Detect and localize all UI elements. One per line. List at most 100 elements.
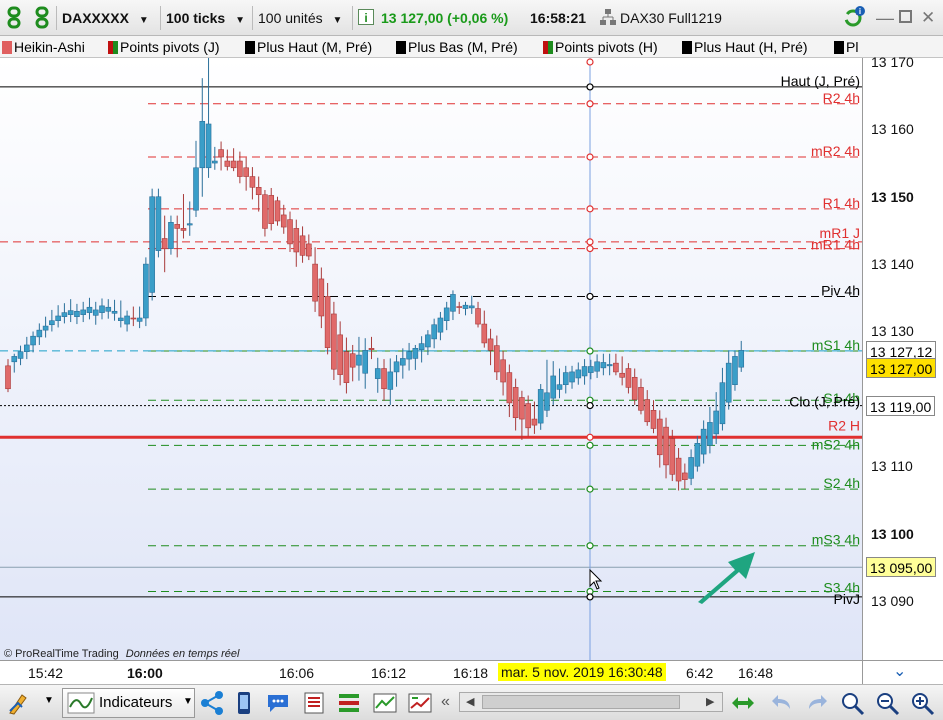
double-chevron-down-icon[interactable]: ⌄ bbox=[893, 661, 906, 681]
candle-body bbox=[24, 344, 30, 352]
phone-icon[interactable] bbox=[232, 691, 256, 715]
candle-body bbox=[124, 315, 130, 325]
indicator-label: Plus Haut (M, Pré) bbox=[257, 39, 373, 55]
candle-body bbox=[462, 304, 469, 309]
indicator-tab-heikin-ashi[interactable]: Heikin-Ashi bbox=[0, 38, 85, 56]
level-label: S2 4h bbox=[823, 475, 860, 491]
scroll-left-icon[interactable]: ◀ bbox=[466, 695, 474, 708]
indicator-tab-pivots-h[interactable]: Points pivots (H) bbox=[541, 38, 658, 56]
scroll-left-fast-icon[interactable]: « bbox=[441, 693, 450, 711]
maximize-icon[interactable] bbox=[899, 10, 912, 23]
candle-body bbox=[418, 343, 425, 350]
time-label: 16:06 bbox=[279, 665, 315, 681]
candle-body bbox=[67, 310, 74, 315]
scroll-thumb[interactable] bbox=[482, 695, 680, 709]
crosshair-marker bbox=[586, 433, 594, 441]
price-box: 13 095,00 bbox=[866, 557, 937, 578]
chevron-down-icon: ▼ bbox=[235, 15, 245, 26]
close-icon[interactable]: ✕ bbox=[921, 7, 935, 29]
candle-body bbox=[719, 382, 726, 425]
candle-body bbox=[362, 350, 369, 374]
candle-body bbox=[111, 310, 118, 314]
crosshair-marker bbox=[586, 83, 594, 91]
candle-body bbox=[5, 365, 11, 390]
candle-body bbox=[318, 278, 325, 317]
candle-body bbox=[694, 443, 701, 467]
candle-body bbox=[349, 353, 356, 368]
candle-body bbox=[400, 358, 406, 366]
info-icon[interactable]: i bbox=[358, 9, 374, 25]
candle-body bbox=[92, 309, 99, 316]
indicator-bar: Heikin-Ashi Points pivots (J) Plus Haut … bbox=[0, 36, 943, 58]
indicator-tab-plus-haut-m[interactable]: Plus Haut (M, Pré) bbox=[243, 38, 372, 56]
price-box: 13 127,00 bbox=[866, 357, 937, 378]
alert-chart-icon[interactable] bbox=[408, 691, 432, 715]
crosshair-marker bbox=[586, 245, 594, 253]
color-swatch bbox=[2, 41, 12, 54]
candle-body bbox=[161, 238, 168, 249]
pencil-icon[interactable] bbox=[8, 691, 32, 715]
chevron-down-icon: ▼ bbox=[183, 696, 193, 707]
zoom-extent-icon[interactable] bbox=[730, 691, 754, 715]
candle-body bbox=[331, 313, 337, 370]
price-chart[interactable]: Haut (J, Pré) R2 4h mR2 4h R1 4h mR1 JmR1 4h… bbox=[0, 58, 862, 660]
indicators-button[interactable]: Indicateurs ▼ bbox=[62, 688, 195, 718]
symbol-select[interactable]: DAXXXXX ▼ bbox=[62, 7, 149, 29]
candle-body bbox=[412, 348, 419, 359]
candle-body bbox=[86, 306, 93, 313]
chevron-down-icon[interactable]: ▼ bbox=[44, 695, 54, 706]
interval-select[interactable]: 100 ticks ▼ bbox=[166, 7, 245, 29]
zoom-in-icon[interactable] bbox=[910, 691, 935, 716]
redo-icon[interactable] bbox=[805, 691, 829, 715]
time-label: 16:48 bbox=[738, 665, 774, 681]
candle-body bbox=[230, 160, 237, 169]
candle-body bbox=[374, 368, 381, 379]
order-list-icon[interactable] bbox=[302, 691, 326, 715]
link-icon-2[interactable] bbox=[32, 6, 54, 29]
candle-body bbox=[312, 263, 318, 302]
indicator-label: Heikin-Ashi bbox=[14, 39, 85, 55]
indicator-tab-more[interactable]: Pl bbox=[832, 38, 858, 56]
minimize-icon[interactable]: — bbox=[876, 7, 894, 29]
candle-body bbox=[249, 176, 256, 188]
candle-body bbox=[130, 317, 137, 320]
zoom-out-icon[interactable] bbox=[875, 691, 900, 716]
hierarchy-icon[interactable] bbox=[600, 8, 616, 30]
indicator-tab-pivots-j[interactable]: Points pivots (J) bbox=[106, 38, 220, 56]
candle-body bbox=[669, 438, 676, 475]
indicator-tab-plus-haut-h[interactable]: Plus Haut (H, Pré) bbox=[680, 38, 808, 56]
zoom-area-icon[interactable] bbox=[840, 691, 865, 716]
level-label: mS2 4h bbox=[812, 436, 860, 452]
undo-icon[interactable] bbox=[770, 691, 794, 715]
scroll-right-icon[interactable]: ▶ bbox=[706, 695, 714, 708]
chart-scrollbar[interactable]: ◀ ▶ bbox=[459, 692, 723, 712]
price-tick: 13 130 bbox=[871, 323, 914, 340]
candle-body bbox=[688, 457, 694, 479]
chart-window-icon[interactable] bbox=[373, 691, 397, 715]
chat-icon[interactable] bbox=[266, 691, 290, 715]
share-icon[interactable] bbox=[200, 691, 224, 715]
candle-body bbox=[80, 309, 87, 315]
indicator-tab-plus-bas-m[interactable]: Plus Bas (M, Pré) bbox=[394, 38, 518, 56]
crosshair-time-label: mar. 5 nov. 2019 16:30:48 bbox=[498, 663, 666, 681]
time-axis[interactable]: 15:42 16:00 16:06 16:12 16:18 mar. 5 nov… bbox=[0, 660, 862, 684]
price-tick: 13 150 bbox=[871, 188, 914, 205]
indicator-label: Plus Bas (M, Pré) bbox=[408, 39, 518, 55]
sync-icon[interactable]: i bbox=[842, 5, 866, 27]
candle-body bbox=[237, 160, 243, 177]
price-tick: 13 170 bbox=[871, 54, 914, 70]
candle-body bbox=[475, 308, 481, 325]
candle-body bbox=[450, 294, 456, 312]
axis-corner: ⌄ bbox=[862, 660, 943, 684]
units-select[interactable]: 100 unités ▼ bbox=[258, 7, 342, 29]
candle-body bbox=[575, 369, 582, 379]
crosshair-marker bbox=[586, 593, 594, 601]
link-icon[interactable] bbox=[4, 6, 26, 29]
realtime-label: Données en temps réel bbox=[125, 648, 240, 660]
arrow-annotation[interactable] bbox=[698, 552, 755, 604]
candle-body bbox=[506, 372, 513, 404]
time-label: 16:00 bbox=[127, 665, 163, 681]
candlestick-chart[interactable]: Haut (J, Pré)R2 4hmR2 4hR1 4hmR1 JmR1 4h… bbox=[0, 58, 862, 660]
order-book-icon[interactable] bbox=[337, 691, 361, 715]
bottom-toolbar: ▼ Indicateurs ▼ « ◀ ▶ bbox=[0, 684, 943, 720]
